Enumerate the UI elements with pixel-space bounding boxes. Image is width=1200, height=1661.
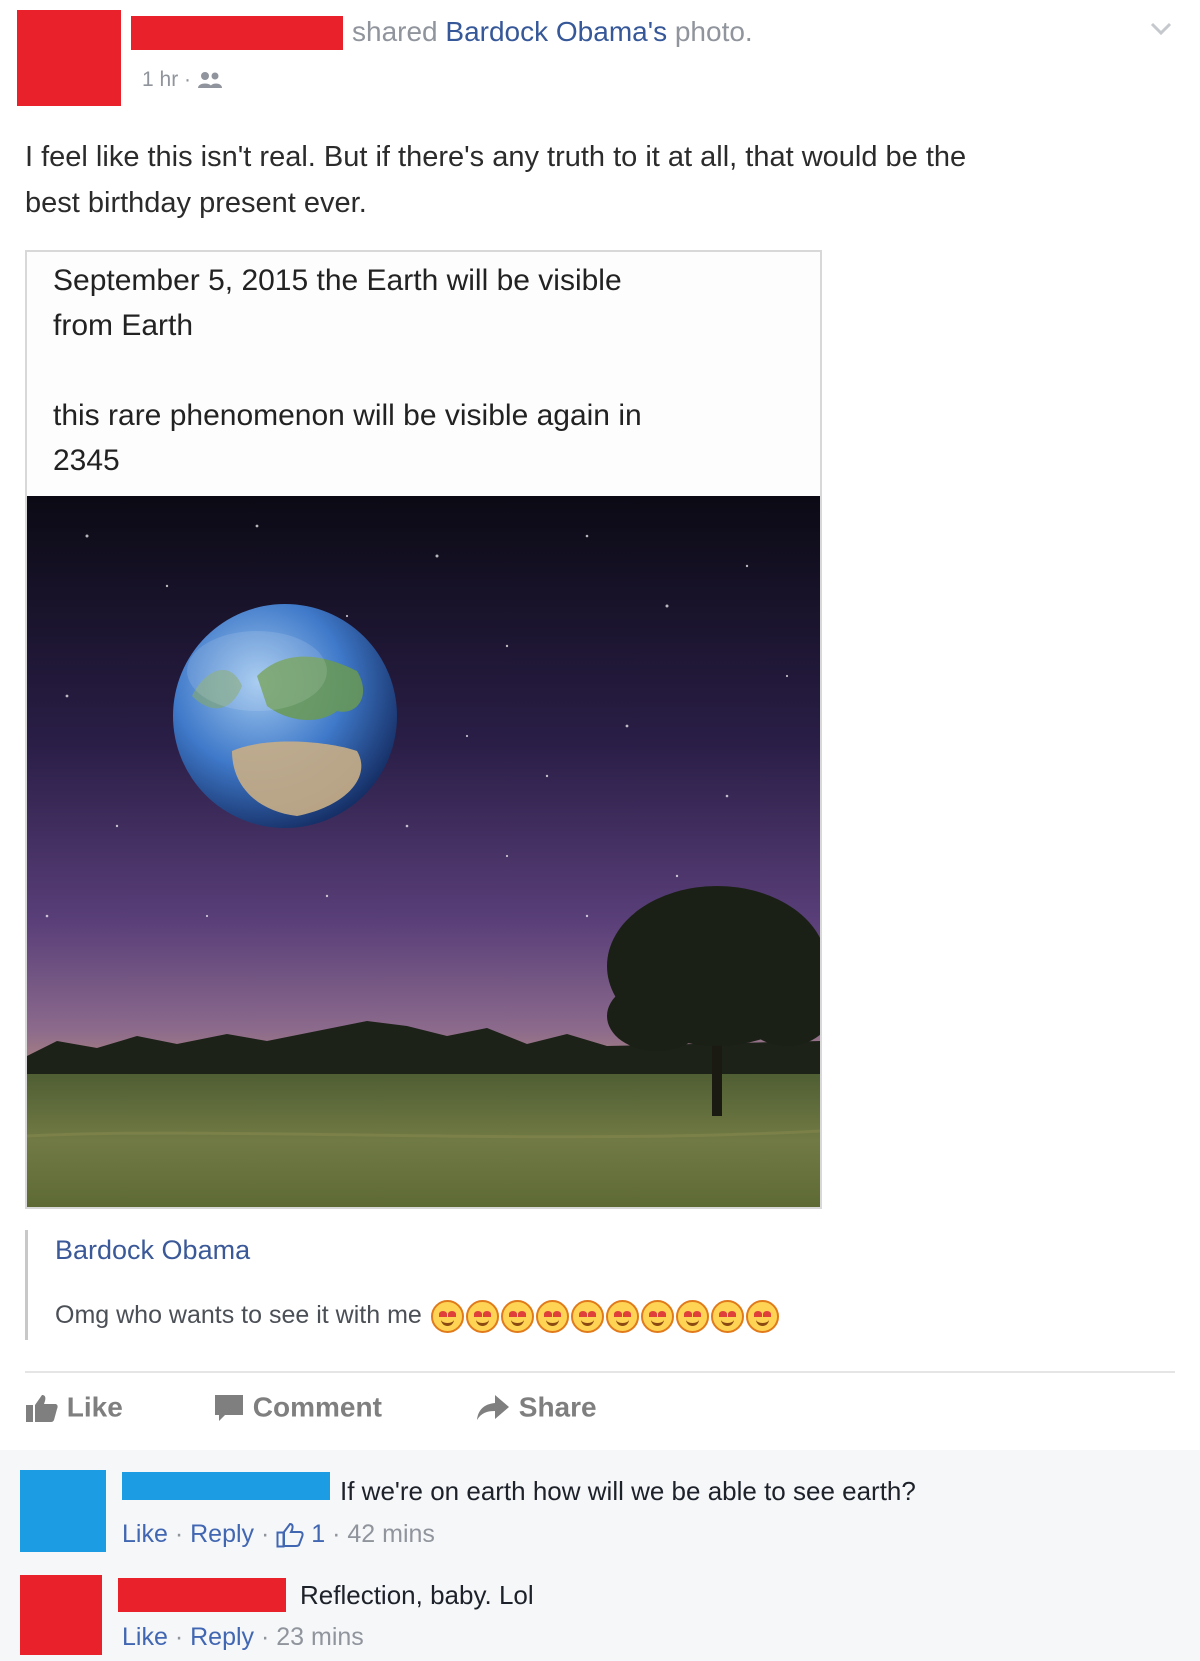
attribution-name[interactable]: Bardock Obama [55,1235,250,1266]
shared-line: shared Bardock Obama's photo. [352,16,753,48]
poster-avatar[interactable] [17,10,121,106]
share-label: Share [518,1391,597,1423]
share-action[interactable]: Share [475,1390,597,1424]
heart-eyes-emoji-icon [675,1300,709,1333]
photo-caption-line: 2345 [53,444,120,477]
thumbs-up-outline-icon [276,1523,304,1548]
attribution-quote-bar [25,1230,28,1340]
commenter-avatar[interactable] [20,1470,106,1552]
heart-eyes-emoji-icon [640,1300,674,1333]
emoji-row [429,1300,779,1333]
like-action[interactable]: Like [25,1390,123,1424]
comment-like-link[interactable]: Like [122,1623,168,1651]
thumbs-up-icon [26,1394,58,1422]
heart-eyes-emoji-icon [710,1300,744,1333]
heart-eyes-emoji-icon [500,1300,534,1333]
photo-caption-line: this rare phenomenon will be visible aga… [53,399,642,432]
comment-reply-link[interactable]: Reply [190,1520,254,1548]
heart-eyes-emoji-icon [535,1300,569,1333]
friends-audience-icon[interactable] [197,71,223,89]
comment-label: Comment [252,1391,382,1423]
photo-caption-line: September 5, 2015 the Earth will be visi… [53,264,622,297]
photo-caption-block: September 5, 2015 the Earth will be visi… [53,258,642,483]
shared-photo-card[interactable]: September 5, 2015 the Earth will be visi… [25,250,822,1209]
attribution-text-row: Omg who wants to see it with me [55,1300,779,1333]
heart-eyes-emoji-icon [570,1300,604,1333]
comment-text: If we're on earth how will we be able to… [340,1476,916,1506]
commenter-name-redacted[interactable] [122,1472,330,1500]
post-meta: 1 hr · [142,68,223,92]
comment-icon [215,1394,243,1421]
commenter-avatar[interactable] [20,1575,102,1655]
heart-eyes-emoji-icon [605,1300,639,1333]
post-text-line: best birthday present ever. [25,187,367,219]
shared-prefix: shared [352,16,446,47]
chevron-down-icon[interactable] [1150,22,1172,36]
actions-divider [25,1371,1175,1373]
attribution-text: Omg who wants to see it with me [55,1301,422,1330]
comment-action[interactable]: Comment [213,1390,382,1424]
comment-timestamp[interactable]: 42 mins [347,1520,435,1548]
heart-eyes-emoji-icon [745,1300,779,1333]
comment-reply-link[interactable]: Reply [190,1623,254,1651]
post-timestamp[interactable]: 1 hr [142,68,178,91]
post-text-line: I feel like this isn't real. But if ther… [25,141,967,173]
earth-sky-photo[interactable] [27,496,820,1207]
like-label: Like [66,1391,123,1423]
shared-page-link[interactable]: Bardock Obama's [445,16,667,47]
shared-suffix: photo. [667,16,753,47]
heart-eyes-emoji-icon [430,1300,464,1333]
commenter-name-redacted[interactable] [118,1578,286,1612]
comment-meta: Like · Reply · 23 mins [122,1623,364,1651]
post-body: I feel like this isn't real. But if ther… [25,134,966,226]
comment-meta: Like · Reply · 1 · 42 mins [122,1520,435,1548]
comment-like-count[interactable]: 1 [311,1520,325,1548]
heart-eyes-emoji-icon [465,1300,499,1333]
share-arrow-icon [477,1394,509,1420]
poster-name-redacted[interactable] [131,16,343,50]
meta-separator: · [184,68,197,91]
comment-text: Reflection, baby. Lol [300,1580,534,1610]
comment-timestamp[interactable]: 23 mins [276,1623,364,1651]
photo-caption-line: from Earth [53,309,194,342]
comment-like-link[interactable]: Like [122,1520,168,1548]
